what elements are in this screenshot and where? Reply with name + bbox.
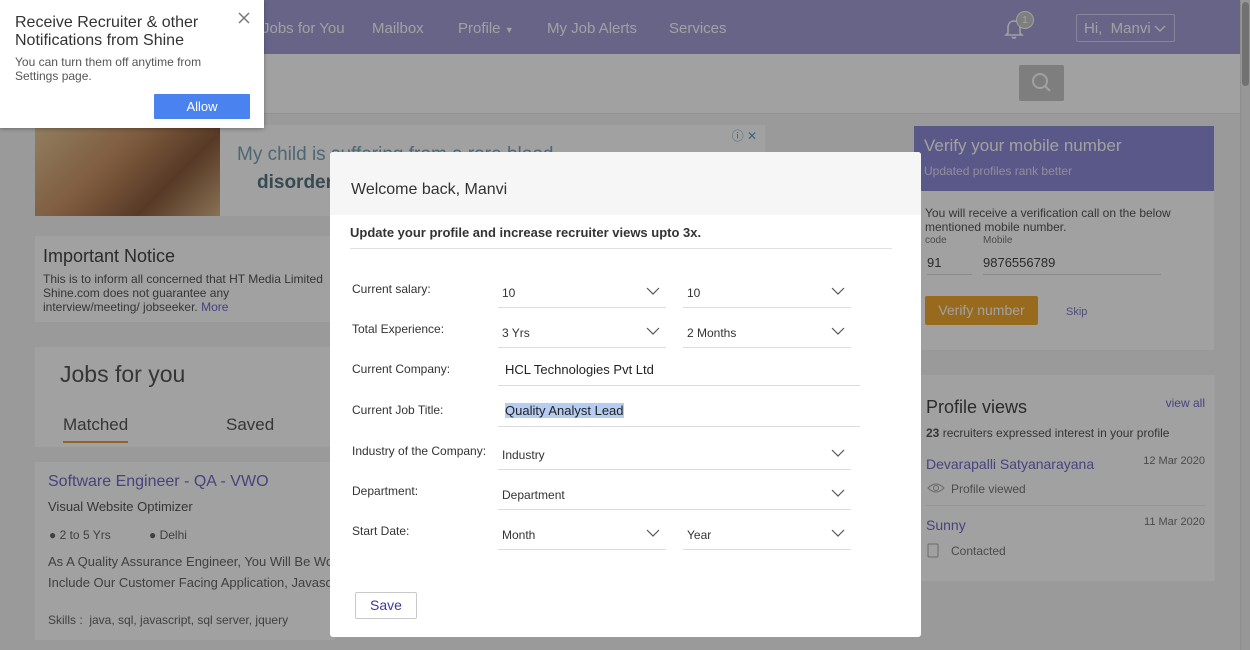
allow-button[interactable]: Allow [154,94,250,119]
chevron-down-icon [646,287,660,295]
department-select[interactable]: Department [498,482,851,510]
salary-thousand-value: 10 [687,286,701,300]
department-label: Department: [352,484,419,498]
notification-permission-popup: Receive Recruiter & other Notifications … [0,0,264,128]
salary-label: Current salary: [352,282,431,296]
start-month-select[interactable]: Month [498,522,666,550]
update-profile-modal: Welcome back, Manvi Update your profile … [330,152,921,637]
start-year-select[interactable]: Year [683,522,851,550]
chevron-down-icon [831,529,845,537]
chevron-down-icon [831,287,845,295]
salary-lakh-value: 10 [502,286,516,300]
modal-title: Welcome back, Manvi [330,152,921,215]
experience-months-value: 2 Months [687,326,737,340]
close-icon[interactable] [236,10,252,26]
popup-title: Receive Recruiter & other Notifications … [15,14,199,49]
department-value: Department [502,488,565,502]
company-label: Current Company: [352,362,451,376]
experience-months-select[interactable]: 2 Months [683,320,851,348]
start-month-value: Month [502,528,536,542]
job-title-label: Current Job Title: [352,403,444,417]
chevron-down-icon [646,529,660,537]
start-date-label: Start Date: [352,524,410,538]
save-button[interactable]: Save [355,592,417,619]
job-title-input[interactable]: Quality Analyst Lead [498,397,860,427]
experience-years-value: 3 Yrs [502,326,530,340]
start-year-value: Year [687,528,712,542]
industry-label: Industry of the Company: [352,444,487,458]
popup-body: You can turn them off anytime from Setti… [15,55,202,83]
chevron-down-icon [831,449,845,457]
company-input[interactable]: HCL Technologies Pvt Ltd [498,356,860,386]
salary-lakh-select[interactable]: 10 [498,280,666,308]
industry-select[interactable]: Industry [498,442,851,470]
industry-value: Industry [502,448,545,462]
chevron-down-icon [831,327,845,335]
salary-thousand-select[interactable]: 10 [683,280,851,308]
modal-subtitle: Update your profile and increase recruit… [350,225,892,249]
chevron-down-icon [646,327,660,335]
job-title-value: Quality Analyst Lead [505,403,624,418]
chevron-down-icon [831,489,845,497]
experience-years-select[interactable]: 3 Yrs [498,320,666,348]
experience-label: Total Experience: [352,322,445,336]
